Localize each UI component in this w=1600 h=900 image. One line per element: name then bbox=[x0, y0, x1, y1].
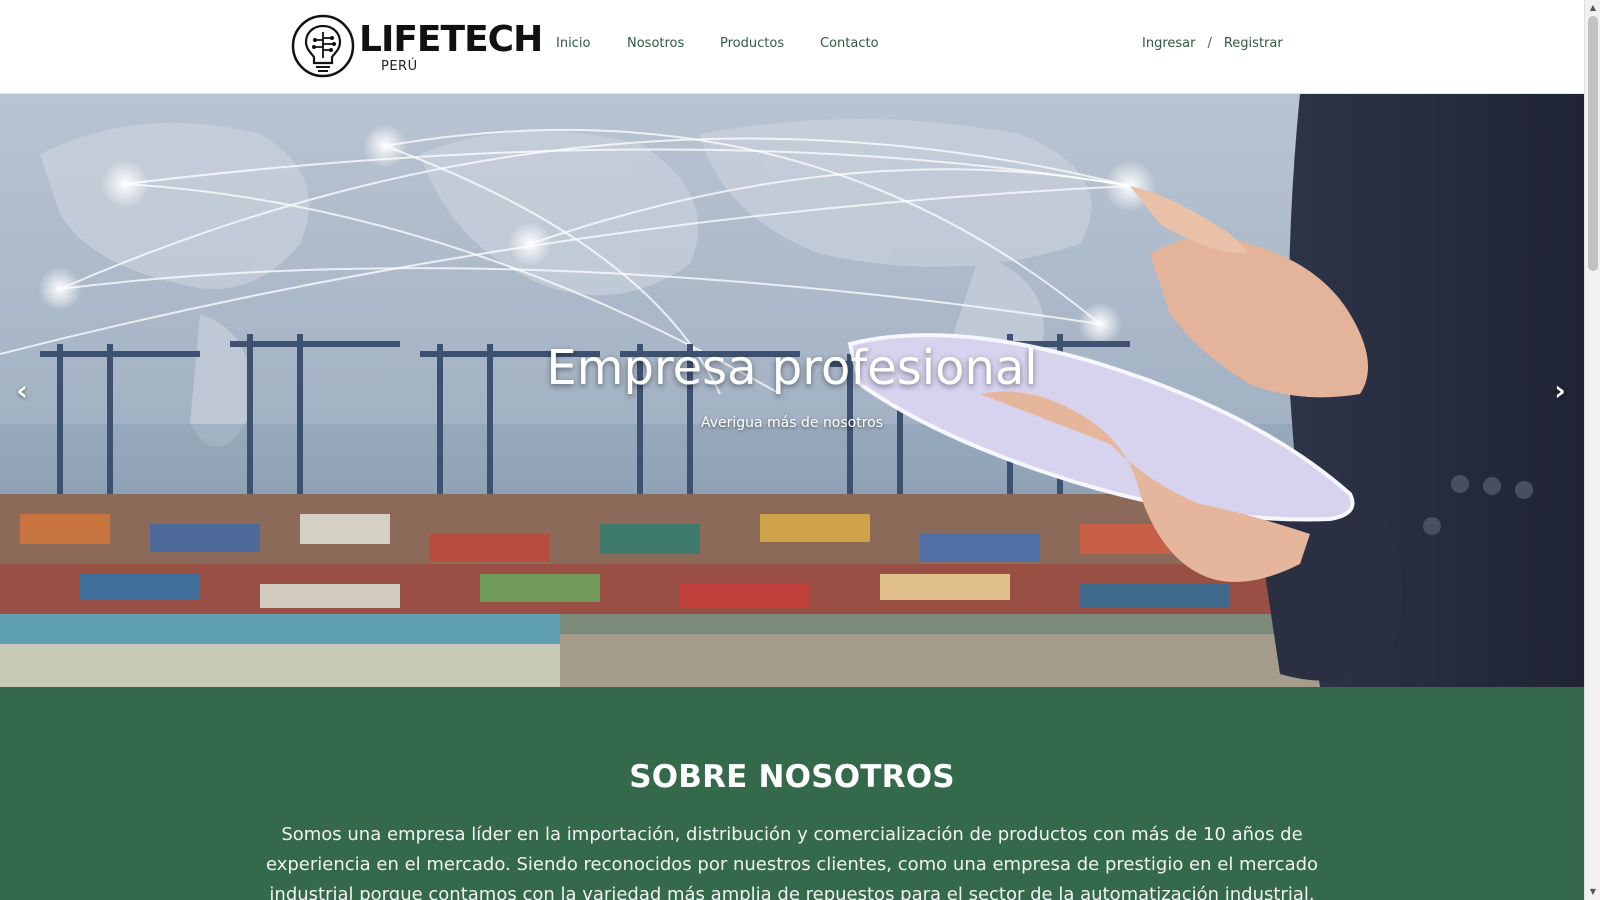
scrollbar-thumb[interactable] bbox=[1588, 16, 1598, 271]
chevron-right-icon: › bbox=[1554, 374, 1566, 407]
about-section: SOBRE NOSOTROS Somos una empresa líder e… bbox=[0, 687, 1584, 900]
carousel-next-button[interactable]: › bbox=[1548, 376, 1572, 406]
nav-item-contacto[interactable]: Contacto bbox=[820, 36, 879, 51]
site-header: LIFETECH PERÚ Inicio Nosotros Productos … bbox=[0, 0, 1584, 94]
brand-text: LIFETECH PERÚ bbox=[359, 14, 543, 78]
nav-item-nosotros[interactable]: Nosotros bbox=[627, 36, 684, 51]
login-link[interactable]: Ingresar bbox=[1142, 36, 1195, 51]
brand-logo[interactable]: LIFETECH PERÚ bbox=[291, 13, 543, 79]
auth-links: Ingresar / Registrar bbox=[1142, 36, 1283, 51]
register-link[interactable]: Registrar bbox=[1224, 36, 1283, 51]
scroll-up-arrow-icon[interactable]: ▲ bbox=[1585, 0, 1600, 16]
hero-title: Empresa profesional bbox=[546, 340, 1038, 396]
brand-subtitle: PERÚ bbox=[381, 59, 418, 74]
page-scrollbar[interactable]: ▲ ▼ bbox=[1584, 0, 1600, 900]
scroll-down-arrow-icon[interactable]: ▼ bbox=[1585, 884, 1600, 900]
chevron-left-icon: ‹ bbox=[16, 374, 28, 407]
carousel-prev-button[interactable]: ‹ bbox=[10, 376, 34, 406]
about-title: SOBRE NOSOTROS bbox=[629, 759, 955, 795]
lightbulb-circuit-icon bbox=[291, 14, 355, 78]
nav-item-inicio[interactable]: Inicio bbox=[556, 36, 590, 51]
hero-subtitle: Averigua más de nosotros bbox=[700, 415, 884, 431]
auth-separator: / bbox=[1207, 36, 1212, 51]
about-text: Somos una empresa líder en la importació… bbox=[265, 824, 1319, 900]
brand-name: LIFETECH bbox=[359, 19, 543, 60]
hero-carousel: Empresa profesional Averigua más de noso… bbox=[0, 94, 1584, 687]
nav-item-productos[interactable]: Productos bbox=[720, 36, 784, 51]
